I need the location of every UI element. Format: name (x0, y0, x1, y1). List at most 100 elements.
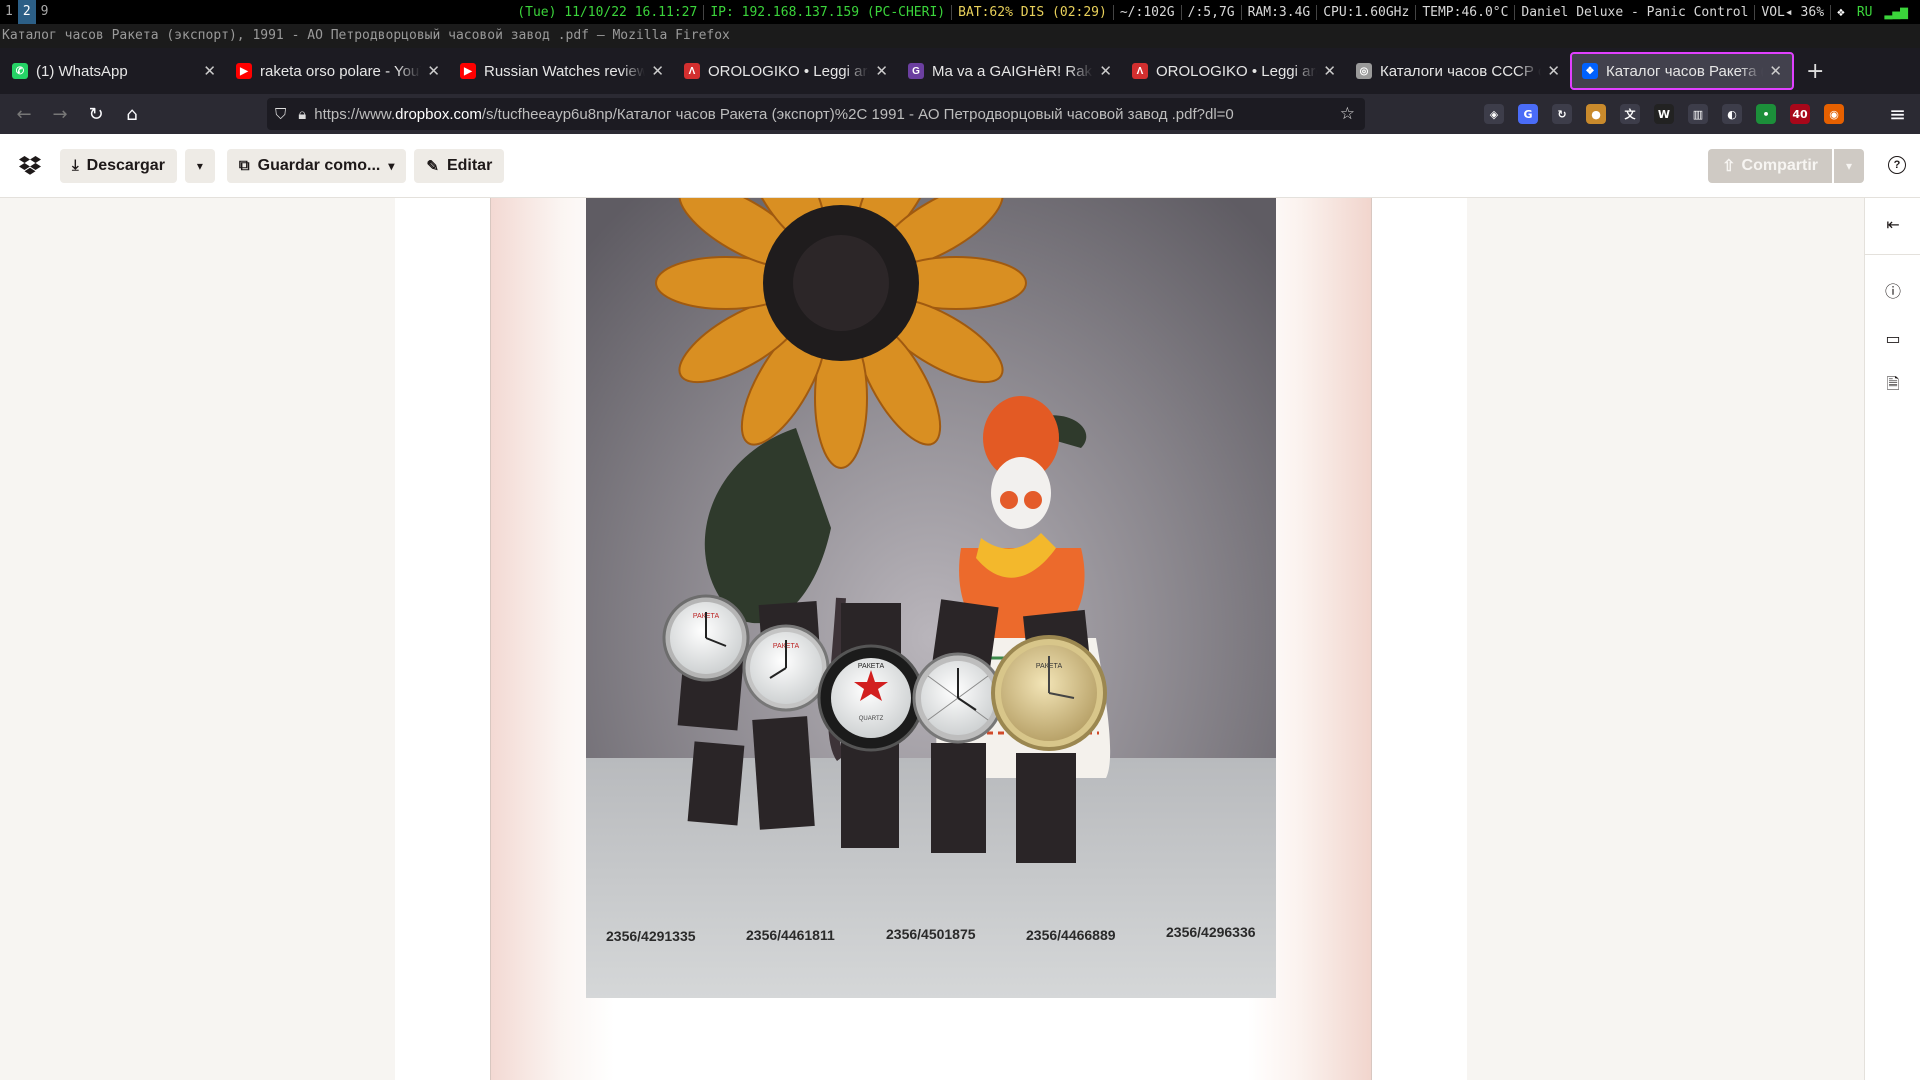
tampermonkey-icon[interactable]: ◐ (1722, 104, 1742, 124)
datetime-readout: (Tue) 11/10/22 16.11:27 (511, 4, 705, 20)
temp-readout: TEMP:46.0°C (1416, 4, 1516, 20)
close-tab-icon[interactable]: ✕ (651, 62, 664, 80)
workspace-9[interactable]: 9 (36, 0, 54, 24)
download-options-caret[interactable]: ▾ (184, 148, 215, 183)
catalog-code-1: 2356/4291335 (606, 928, 696, 944)
w-ext-icon[interactable]: W (1654, 104, 1674, 124)
browser-tab[interactable]: ▶ raketa orso polare - YouTube ✕ (226, 52, 450, 90)
dropbox-tray-icon[interactable]: ❖ (1831, 5, 1851, 20)
disk-home-readout: ~/:102G (1114, 4, 1182, 20)
ram-readout: RAM:3.4G (1242, 4, 1318, 20)
browser-tab[interactable]: Λ OROLOGIKO • Leggi argomento ✕ (1122, 52, 1346, 90)
signal-icon: ▂▄▆ (1884, 4, 1908, 20)
browser-tab[interactable]: ▶ Russian Watches reviews ✕ (450, 52, 674, 90)
watch-site-icon: ◎ (1356, 63, 1372, 79)
browser-tab[interactable]: ✆ (1) WhatsApp ✕ (2, 52, 226, 90)
pdf-viewer[interactable]: РАКЕТА РАКЕТА Р (0, 198, 1864, 1080)
navigation-bar: ← → ↻ ⌂ ⛉ 🔒︎ https://www.dropbox.com/s/t… (0, 94, 1920, 134)
back-button[interactable]: ← (6, 98, 42, 130)
share-options-caret[interactable]: ▾ (1834, 149, 1864, 183)
close-tab-icon[interactable]: ✕ (427, 62, 440, 80)
grammarly-icon[interactable]: G (1518, 104, 1538, 124)
comment-icon[interactable]: ▭ (1883, 328, 1903, 348)
firefox-account-icon[interactable]: ◉ (1824, 104, 1844, 124)
hamburger-menu-icon[interactable]: ≡ (1889, 102, 1906, 126)
catalog-code-3: 2356/4501875 (886, 926, 976, 942)
pocket-icon[interactable]: ◈ (1484, 104, 1504, 124)
home-button[interactable]: ⌂ (114, 98, 150, 130)
reload-button[interactable]: ↻ (78, 98, 114, 130)
url-bar[interactable]: ⛉ 🔒︎ https://www.dropbox.com/s/tucfheeay… (267, 98, 1365, 130)
close-tab-icon[interactable]: ✕ (1323, 62, 1336, 80)
dropbox-toolbar: ⤓ Descargar ▾ ⧉ Guardar como... ▾ ✎ Editar ⇧… (0, 134, 1920, 198)
tab-title: Каталоги часов СССР с 1 (1380, 62, 1542, 80)
file-activity-icon[interactable]: 🗎︎ (1883, 374, 1903, 396)
bookmark-star-icon[interactable]: ☆ (1330, 104, 1365, 124)
orologiko-icon: Λ (1132, 63, 1148, 79)
catalog-photo: РАКЕТА РАКЕТА Р (586, 198, 1276, 998)
tab-title: Russian Watches reviews (484, 62, 646, 80)
watch-3-quartz-label: QUARTZ (859, 716, 884, 722)
browser-tab[interactable]: G Ma va a GAIGHèR! Raketa ✕ (898, 52, 1122, 90)
new-tab-button[interactable]: + (1806, 59, 1824, 84)
forward-button[interactable]: → (42, 98, 78, 130)
orologiko-icon: Λ (684, 63, 700, 79)
share-button[interactable]: ⇧ Compartir (1708, 149, 1832, 183)
catalog-code-2: 2356/4461811 (746, 927, 835, 943)
watch-3-brand: РАКЕТА (858, 663, 885, 670)
browser-tab[interactable]: ❖ Каталог часов Ракета (экспорт) ✕ (1570, 52, 1794, 90)
tab-title: (1) WhatsApp (36, 62, 128, 80)
green-ext-icon[interactable]: • (1756, 104, 1776, 124)
window-title: Каталог часов Ракета (экспорт), 1991 - А… (0, 24, 1920, 48)
close-tab-icon[interactable]: ✕ (1769, 62, 1782, 80)
close-tab-icon[interactable]: ✕ (203, 62, 216, 80)
battery-readout: BAT:62% DIS (02:29) (952, 4, 1114, 20)
pdf-page: РАКЕТА РАКЕТА Р (490, 198, 1372, 1080)
download-button[interactable]: ⤓ Descargar (60, 148, 177, 183)
tab-title: OROLOGIKO • Leggi argomento (708, 62, 869, 80)
now-playing: Daniel Deluxe - Panic Control (1515, 4, 1756, 20)
close-tab-icon[interactable]: ✕ (1547, 62, 1560, 80)
tab-title: Каталог часов Ракета (экспорт) (1606, 62, 1763, 80)
save-as-button[interactable]: ⧉ Guardar como... ▾ (226, 148, 407, 183)
rail-divider (1865, 254, 1920, 255)
extensions-area: ◈ G ↻ ● 文 W ▥ ◐ • 40 ◉ (1484, 94, 1844, 134)
disk-root-readout: /:5,7G (1182, 4, 1242, 20)
refresh-ext-icon[interactable]: ↻ (1552, 104, 1572, 124)
lock-icon[interactable]: 🔒︎ (298, 106, 306, 123)
dropbox-icon: ❖ (1582, 63, 1598, 79)
translate-ext-icon[interactable]: 文 (1620, 104, 1640, 124)
ublock-icon[interactable]: 40 (1790, 104, 1810, 124)
collapse-panel-icon[interactable]: ⇤ (1883, 214, 1903, 234)
system-status-bar: 1 2 9 (Tue) 11/10/22 16.11:27 IP: 192.16… (0, 0, 1920, 24)
tab-title: OROLOGIKO • Leggi argomento (1156, 62, 1317, 80)
url-text[interactable]: https://www.dropbox.com/s/tucfheeayp6u8n… (314, 106, 1330, 123)
close-tab-icon[interactable]: ✕ (1099, 62, 1112, 80)
keyboard-layout[interactable]: RU (1851, 5, 1879, 20)
tab-title: raketa orso polare - YouTube (260, 62, 421, 80)
download-icon: ⤓ (72, 157, 79, 174)
chevron-down-icon: ▾ (388, 158, 395, 173)
share-icon: ⇧ (1722, 158, 1736, 175)
workspace-2[interactable]: 2 (17, 0, 36, 24)
cpu-readout: CPU:1.60GHz (1317, 4, 1417, 20)
candle-ext-icon[interactable]: ● (1586, 104, 1606, 124)
close-tab-icon[interactable]: ✕ (875, 62, 888, 80)
browser-tab[interactable]: Λ OROLOGIKO • Leggi argomento ✕ (674, 52, 898, 90)
catalog-code-4: 2356/4466889 (1026, 927, 1116, 943)
piano-ext-icon[interactable]: ▥ (1688, 104, 1708, 124)
tab-strip: ✆ (1) WhatsApp ✕ ▶ raketa orso polare - YouT… (0, 48, 1920, 94)
volume-readout[interactable]: VOL◂ 36% (1755, 4, 1832, 20)
dropbox-logo-icon[interactable] (0, 155, 60, 176)
whatsapp-icon: ✆ (12, 63, 28, 79)
info-icon[interactable]: ⓘ (1883, 280, 1903, 301)
workspace-1[interactable]: 1 (0, 0, 18, 24)
right-sidebar-rail: ⇤ ⓘ ▭ 🗎︎ (1864, 198, 1920, 1080)
browser-tab[interactable]: ◎ Каталоги часов СССР с 1 ✕ (1346, 52, 1570, 90)
tracking-protection-icon[interactable]: ⛉ (275, 106, 286, 123)
youtube-icon: ▶ (460, 63, 476, 79)
pencil-icon: ✎ (426, 157, 439, 175)
watches-group: РАКЕТА РАКЕТА Р (662, 594, 1107, 863)
edit-button[interactable]: ✎ Editar (414, 148, 505, 183)
help-icon[interactable]: ? (1888, 156, 1906, 174)
